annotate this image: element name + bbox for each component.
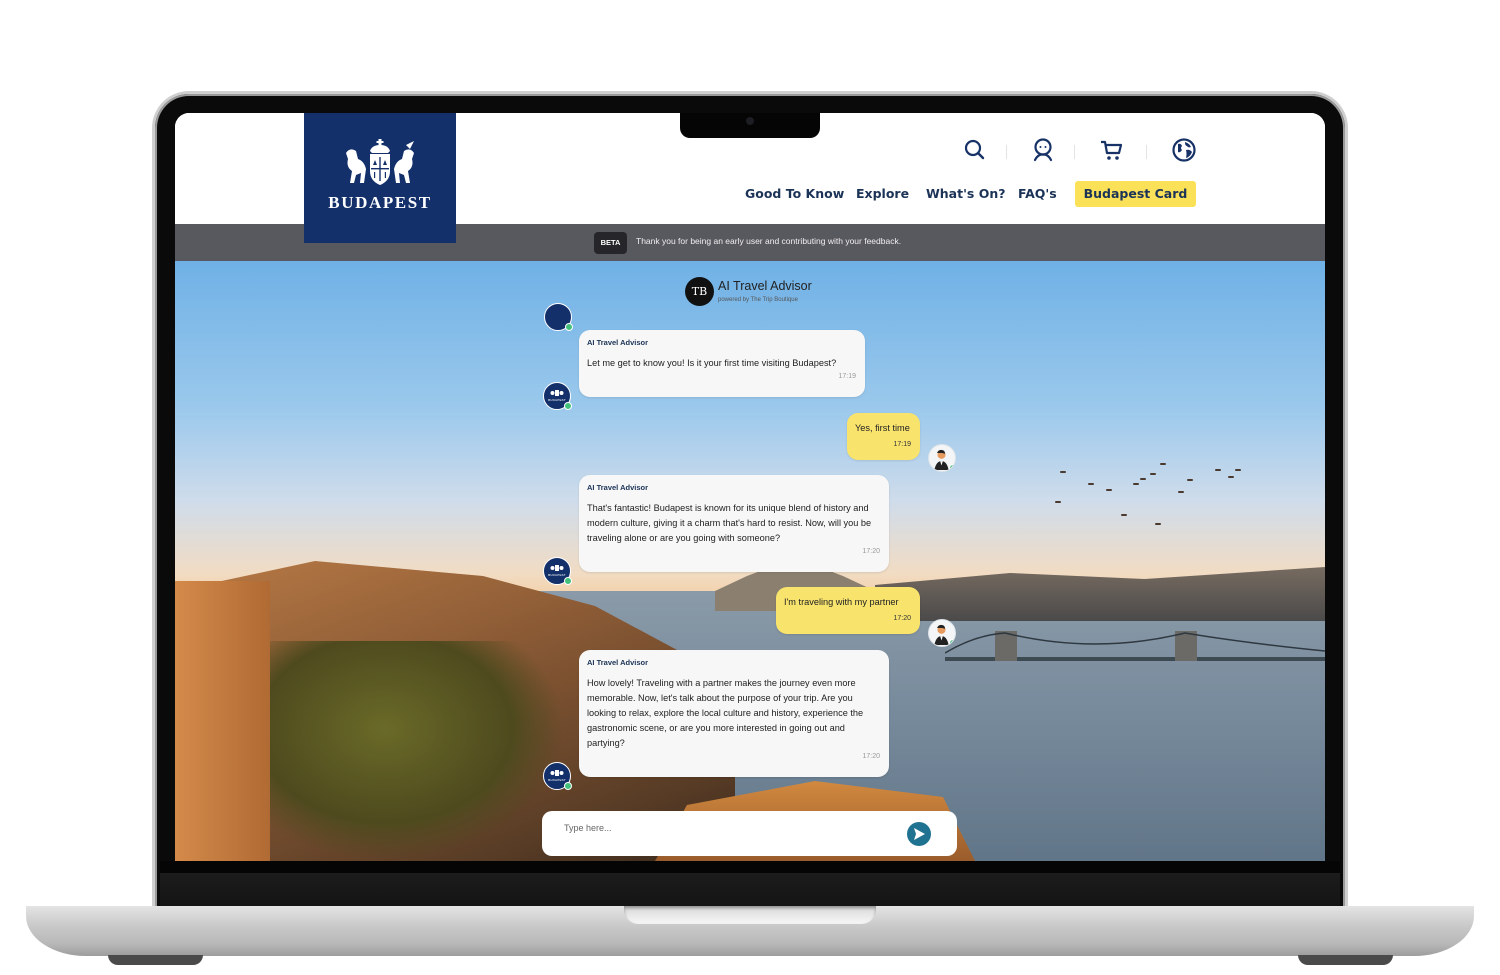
bird bbox=[1155, 523, 1161, 525]
message-text: That's fantastic! Budapest is known for … bbox=[587, 503, 872, 543]
message-text: I'm traveling with my partner bbox=[784, 597, 899, 607]
laptop-foot bbox=[1298, 955, 1393, 965]
divider bbox=[1074, 145, 1075, 159]
budapest-card-button[interactable]: Budapest Card bbox=[1075, 181, 1196, 207]
trip-boutique-logo: TB bbox=[685, 277, 714, 306]
city-skyline-right bbox=[875, 567, 1325, 621]
castle-tower bbox=[175, 581, 270, 861]
bird bbox=[1228, 476, 1234, 478]
bird bbox=[1133, 483, 1139, 485]
online-indicator bbox=[564, 402, 572, 410]
nav-whats-on[interactable]: What's On? bbox=[926, 186, 1006, 201]
message-sender: AI Travel Advisor bbox=[587, 483, 648, 492]
bird bbox=[1088, 483, 1094, 485]
bot-avatar: BUDAPEST bbox=[543, 762, 572, 790]
bird bbox=[1055, 501, 1061, 503]
chain-bridge bbox=[945, 631, 1325, 661]
screen: BUDAPEST Good To Know Explore What's On? bbox=[175, 113, 1325, 861]
laptop-chin bbox=[160, 861, 1340, 907]
bird bbox=[1060, 471, 1066, 473]
chat-message-bot: AI Travel Advisor How lovely! Traveling … bbox=[579, 650, 889, 777]
bot-avatar bbox=[544, 303, 573, 331]
chat-message-bot: AI Travel Advisor Let me get to know you… bbox=[579, 330, 865, 397]
bird bbox=[1160, 463, 1166, 465]
bird bbox=[1121, 514, 1127, 516]
logo-text: BUDAPEST bbox=[328, 193, 432, 212]
camera-notch bbox=[680, 113, 820, 138]
nav-explore[interactable]: Explore bbox=[856, 186, 909, 201]
divider bbox=[1146, 145, 1147, 159]
bird bbox=[1178, 491, 1184, 493]
bird bbox=[1235, 469, 1241, 471]
online-indicator bbox=[949, 464, 955, 471]
user-avatar bbox=[928, 444, 956, 472]
coat-of-arms-icon bbox=[550, 770, 564, 776]
user-avatar bbox=[928, 619, 956, 647]
send-icon bbox=[914, 828, 925, 840]
coat-of-arms-icon bbox=[550, 565, 564, 571]
account-icon[interactable] bbox=[1030, 137, 1056, 163]
laptop-foot bbox=[108, 955, 203, 965]
online-indicator bbox=[949, 639, 955, 646]
beta-badge: BETA bbox=[594, 232, 627, 254]
chat-header: TB AI Travel Advisor powered by The Trip… bbox=[685, 277, 885, 313]
bird bbox=[1215, 469, 1221, 471]
message-composer bbox=[542, 811, 957, 856]
coat-of-arms-icon bbox=[550, 390, 564, 396]
search-icon[interactable] bbox=[962, 137, 988, 163]
coat-of-arms-icon bbox=[346, 139, 414, 185]
message-time: 17:20 bbox=[893, 615, 911, 622]
bird bbox=[1150, 473, 1156, 475]
bot-avatar: BUDAPEST bbox=[543, 382, 572, 410]
message-time: 17:20 bbox=[862, 753, 880, 760]
globe-icon[interactable] bbox=[1171, 137, 1197, 163]
bird bbox=[1106, 489, 1112, 491]
message-sender: AI Travel Advisor bbox=[587, 658, 648, 667]
chat-message-bot: AI Travel Advisor That's fantastic! Buda… bbox=[579, 475, 889, 572]
message-text: How lovely! Traveling with a partner mak… bbox=[587, 678, 864, 748]
budapest-logo[interactable]: BUDAPEST bbox=[304, 113, 456, 243]
beta-message: Thank you for being an early user and co… bbox=[636, 236, 902, 246]
cart-icon[interactable] bbox=[1099, 137, 1125, 163]
nav-good-to-know[interactable]: Good To Know bbox=[745, 186, 844, 201]
message-time: 17:19 bbox=[838, 373, 856, 380]
chat-title: AI Travel Advisor bbox=[718, 279, 812, 293]
bird bbox=[1140, 478, 1146, 480]
bot-avatar: BUDAPEST bbox=[543, 557, 572, 585]
bird bbox=[1187, 479, 1193, 481]
chat-subtitle: powered by The Trip Boutique bbox=[718, 297, 798, 303]
online-indicator bbox=[565, 323, 573, 331]
chat-message-user: Yes, first time 17:19 bbox=[847, 413, 920, 460]
chat-message-user: I'm traveling with my partner 17:20 bbox=[776, 587, 920, 634]
online-indicator bbox=[564, 577, 572, 585]
message-text: Yes, first time bbox=[855, 423, 910, 433]
message-time: 17:19 bbox=[893, 441, 911, 448]
message-sender: AI Travel Advisor bbox=[587, 338, 648, 347]
divider bbox=[1006, 145, 1007, 159]
trees bbox=[265, 641, 565, 861]
camera-icon bbox=[746, 117, 754, 125]
laptop-opening-notch bbox=[624, 906, 876, 924]
message-time: 17:20 bbox=[862, 548, 880, 555]
send-button[interactable] bbox=[907, 822, 931, 846]
message-text: Let me get to know you! Is it your first… bbox=[587, 358, 837, 368]
nav-faqs[interactable]: FAQ's bbox=[1018, 186, 1057, 201]
online-indicator bbox=[564, 782, 572, 790]
message-input[interactable] bbox=[564, 820, 894, 836]
